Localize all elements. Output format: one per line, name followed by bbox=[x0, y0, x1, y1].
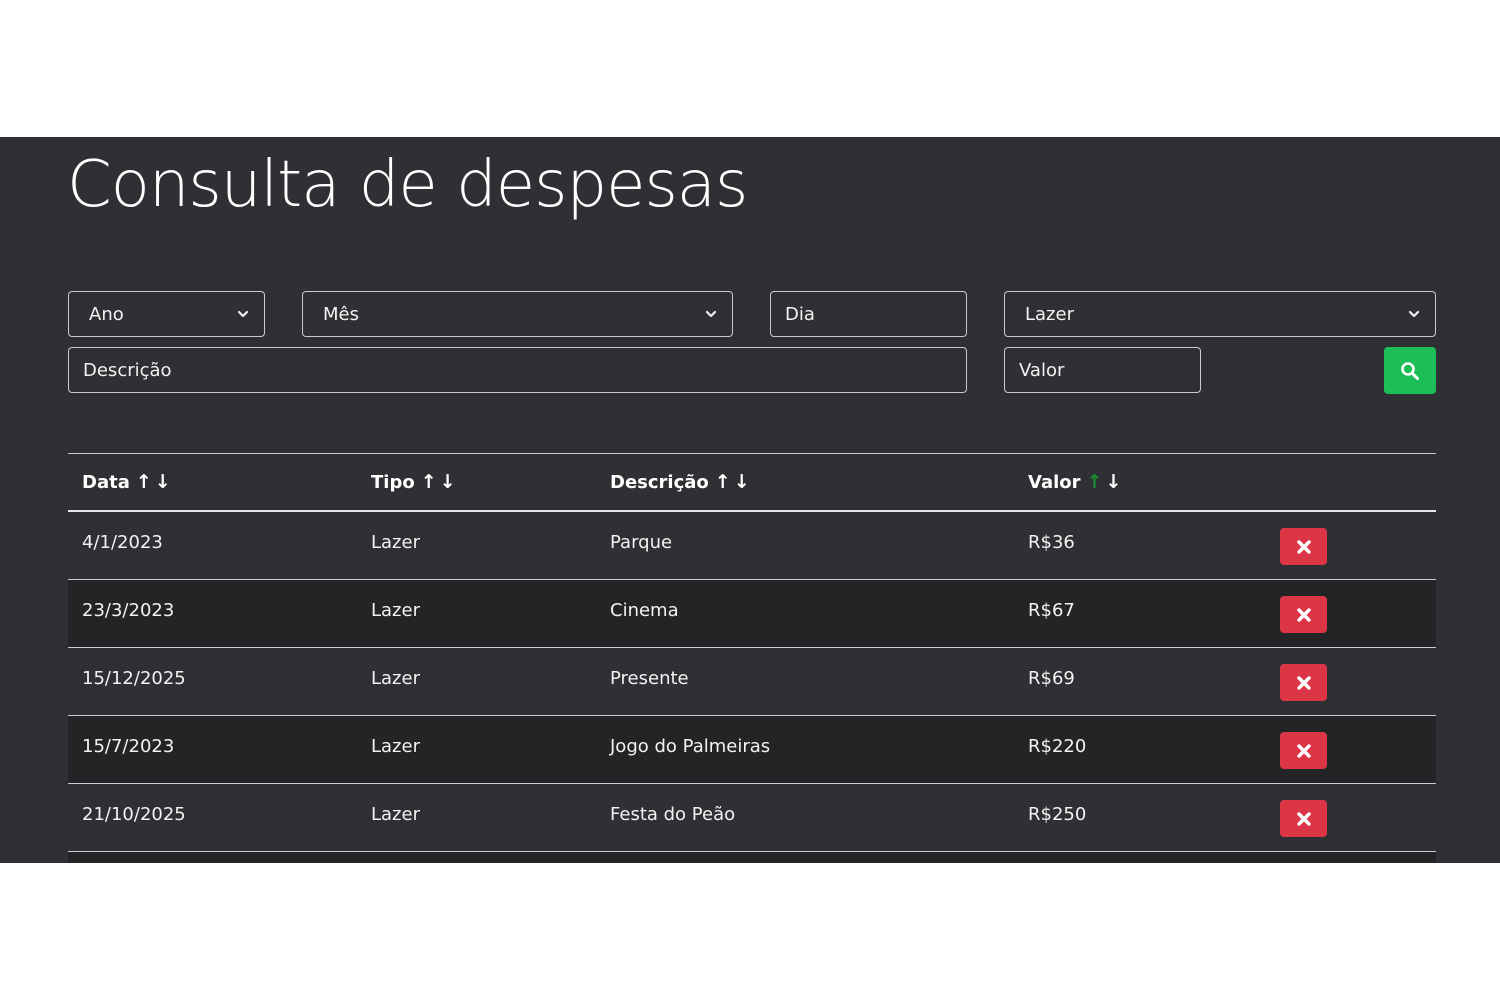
cell-data: 21/10/2025 bbox=[82, 803, 186, 825]
header-label: Descrição bbox=[610, 471, 709, 493]
cell-data: 15/12/2025 bbox=[82, 667, 186, 689]
month-select[interactable]: Mês bbox=[302, 291, 733, 337]
close-icon bbox=[1296, 743, 1311, 758]
delete-button[interactable] bbox=[1280, 800, 1327, 837]
value-input[interactable]: Valor bbox=[1004, 347, 1201, 393]
expenses-table: Data ↑ ↓ Tipo ↑ ↓ Descrição ↑ ↓ Valor ↑ … bbox=[68, 453, 1436, 863]
chevron-down-icon bbox=[237, 310, 249, 318]
day-input-placeholder: Dia bbox=[785, 303, 815, 325]
table-row: 4/1/2023 Lazer Parque R$36 bbox=[68, 512, 1436, 580]
year-select[interactable]: Ano bbox=[68, 291, 265, 337]
cell-valor: R$67 bbox=[1028, 599, 1075, 621]
cell-descricao: Jogo do Palmeiras bbox=[610, 735, 771, 757]
close-icon bbox=[1296, 675, 1311, 690]
cell-descricao: Festa do Peão bbox=[610, 803, 736, 825]
chevron-down-icon bbox=[705, 310, 717, 318]
search-icon bbox=[1401, 361, 1419, 380]
description-input[interactable]: Descrição bbox=[68, 347, 967, 393]
search-button[interactable] bbox=[1384, 347, 1436, 394]
header-descricao: Descrição ↑ ↓ bbox=[610, 454, 750, 510]
cell-valor: R$220 bbox=[1028, 735, 1087, 757]
header-data: Data ↑ ↓ bbox=[82, 454, 171, 510]
description-input-placeholder: Descrição bbox=[83, 359, 172, 381]
chevron-down-icon bbox=[1408, 310, 1420, 318]
cell-descricao: Parque bbox=[610, 531, 673, 553]
sort-up-icon[interactable]: ↑ bbox=[136, 471, 152, 493]
sort-down-icon[interactable]: ↓ bbox=[1105, 471, 1121, 493]
sort-down-icon[interactable]: ↓ bbox=[440, 471, 456, 493]
type-select-value: Lazer bbox=[1025, 303, 1074, 325]
cell-tipo: Lazer bbox=[371, 531, 420, 553]
sort-down-icon[interactable]: ↓ bbox=[734, 471, 750, 493]
table-header: Data ↑ ↓ Tipo ↑ ↓ Descrição ↑ ↓ Valor ↑ … bbox=[68, 454, 1436, 512]
cell-valor: R$250 bbox=[1028, 803, 1087, 825]
header-tipo: Tipo ↑ ↓ bbox=[371, 454, 456, 510]
year-select-value: Ano bbox=[89, 303, 124, 325]
cell-data: 4/1/2023 bbox=[82, 531, 163, 553]
header-label: Valor bbox=[1028, 471, 1081, 493]
table-row: 15/12/2025 Lazer Presente R$69 bbox=[68, 648, 1436, 716]
table-row: 21/10/2025 Lazer Festa do Peão R$250 bbox=[68, 784, 1436, 852]
cell-tipo: Lazer bbox=[371, 803, 420, 825]
cell-tipo: Lazer bbox=[371, 667, 420, 689]
cell-valor: R$36 bbox=[1028, 531, 1075, 553]
cell-data: 15/7/2023 bbox=[82, 735, 175, 757]
sort-up-icon-active[interactable]: ↑ bbox=[1087, 471, 1103, 493]
table-row: 23/3/2023 Lazer Cinema R$67 bbox=[68, 580, 1436, 648]
header-label: Tipo bbox=[371, 471, 415, 493]
table-row: 15/7/2023 Lazer Jogo do Palmeiras R$220 bbox=[68, 716, 1436, 784]
type-select[interactable]: Lazer bbox=[1004, 291, 1436, 337]
delete-button[interactable] bbox=[1280, 528, 1327, 565]
delete-button[interactable] bbox=[1280, 664, 1327, 701]
cell-valor: R$69 bbox=[1028, 667, 1075, 689]
cell-tipo: Lazer bbox=[371, 735, 420, 757]
table-row-partial bbox=[68, 852, 1436, 863]
cell-descricao: Presente bbox=[610, 667, 689, 689]
expenses-app: Consulta de despesas Ano Mês Dia Lazer D… bbox=[0, 137, 1500, 863]
close-icon bbox=[1296, 539, 1311, 554]
delete-button[interactable] bbox=[1280, 732, 1327, 769]
header-valor: Valor ↑ ↓ bbox=[1028, 454, 1121, 510]
sort-up-icon[interactable]: ↑ bbox=[715, 471, 731, 493]
delete-button[interactable] bbox=[1280, 596, 1327, 633]
day-input[interactable]: Dia bbox=[770, 291, 967, 337]
cell-tipo: Lazer bbox=[371, 599, 420, 621]
header-label: Data bbox=[82, 471, 130, 493]
month-select-value: Mês bbox=[323, 303, 359, 325]
close-icon bbox=[1296, 811, 1311, 826]
close-icon bbox=[1296, 607, 1311, 622]
sort-up-icon[interactable]: ↑ bbox=[421, 471, 437, 493]
sort-down-icon[interactable]: ↓ bbox=[155, 471, 171, 493]
cell-descricao: Cinema bbox=[610, 599, 679, 621]
value-input-placeholder: Valor bbox=[1019, 359, 1065, 381]
page-title: Consulta de despesas bbox=[67, 148, 748, 222]
cell-data: 23/3/2023 bbox=[82, 599, 175, 621]
